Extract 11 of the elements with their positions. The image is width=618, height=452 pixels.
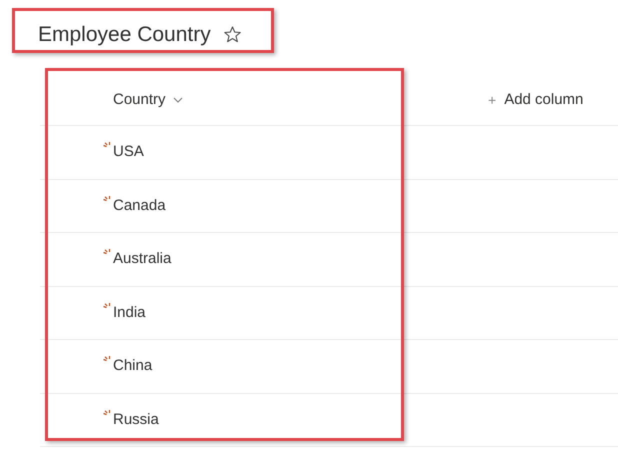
country-cell-text: Russia [113, 410, 159, 430]
star-icon[interactable] [222, 24, 242, 44]
country-cell-text: India [113, 302, 146, 322]
list-title: Employee Country [38, 24, 211, 44]
column-header[interactable]: Country [113, 88, 313, 112]
country-cell-text: Australia [113, 249, 172, 269]
add-column-button[interactable]: + Add column [488, 88, 584, 112]
chevron-down-icon [172, 97, 183, 103]
country-cell-text: Canada [113, 196, 166, 216]
country-cell-text: China [113, 356, 152, 376]
country-cell-text: USA [113, 142, 144, 162]
